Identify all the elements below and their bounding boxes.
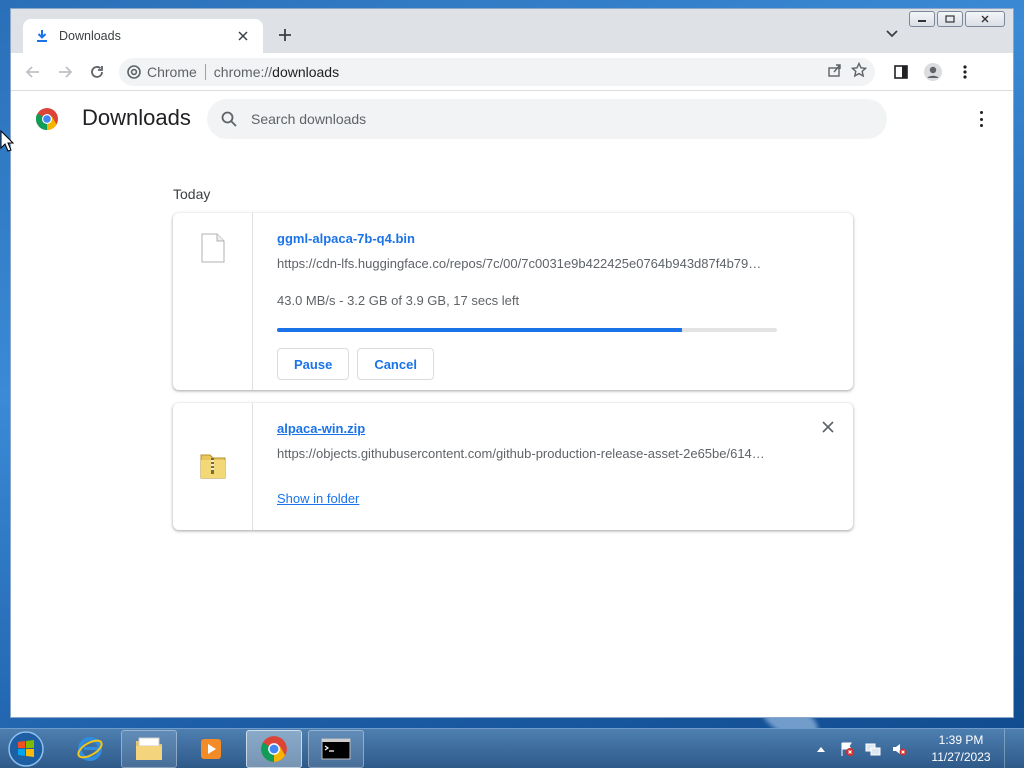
system-clock[interactable]: 1:39 PM 11/27/2023	[926, 732, 996, 766]
close-window-button[interactable]	[965, 11, 1005, 27]
window-caption-buttons	[909, 11, 1005, 27]
tab-downloads[interactable]: Downloads	[23, 19, 263, 53]
media-player-app[interactable]	[183, 730, 239, 768]
url-host: downloads	[272, 63, 340, 80]
progress-bar	[277, 328, 777, 332]
mouse-cursor-icon	[0, 130, 14, 152]
chrome-window: Downloads Chrome chrome://downloads Down…	[10, 8, 1014, 718]
command-prompt-app[interactable]	[308, 730, 364, 768]
tab-title: Downloads	[59, 29, 121, 43]
omnibox-separator	[204, 63, 206, 80]
site-info-chip[interactable]: Chrome	[127, 64, 197, 80]
cancel-button[interactable]: Cancel	[357, 348, 434, 380]
side-panel-button[interactable]	[885, 58, 917, 86]
back-button[interactable]	[17, 58, 49, 86]
page-title: Downloads	[82, 105, 191, 130]
file-icon-column	[173, 213, 253, 390]
chrome-app[interactable]	[246, 730, 302, 768]
reload-button[interactable]	[81, 58, 113, 86]
source-url[interactable]: https://cdn-lfs.huggingface.co/repos/7c/…	[277, 256, 773, 271]
browser-toolbar: Chrome chrome://downloads	[11, 53, 1013, 91]
share-icon[interactable]	[827, 62, 843, 81]
media-player-icon	[201, 739, 221, 759]
search-input[interactable]	[251, 111, 811, 127]
minimize-button[interactable]	[909, 11, 935, 27]
bookmark-star-icon[interactable]	[850, 61, 868, 81]
file-icon	[201, 233, 224, 263]
download-item: ggml-alpaca-7b-q4.bin https://cdn-lfs.hu…	[173, 213, 853, 390]
terminal-icon	[321, 738, 351, 760]
folder-icon	[136, 737, 162, 760]
download-status: 43.0 MB/s - 3.2 GB of 3.9 GB, 17 secs le…	[277, 293, 520, 308]
date-section-label: Today	[173, 186, 211, 202]
maximize-button[interactable]	[937, 11, 963, 27]
close-icon[interactable]	[235, 28, 251, 44]
more-actions-button[interactable]	[973, 111, 989, 127]
downloads-page: Downloads Today ggml-alpaca-7b-q4.bin ht…	[11, 91, 1013, 717]
show-in-folder-link[interactable]: Show in folder	[277, 491, 359, 506]
chrome-icon	[261, 736, 287, 762]
file-name-link[interactable]: alpaca-win.zip	[277, 421, 829, 436]
pause-button[interactable]: Pause	[277, 348, 350, 380]
chrome-menu-button[interactable]	[949, 58, 981, 86]
internet-explorer-app[interactable]	[62, 730, 118, 768]
url-scheme: chrome://	[213, 63, 273, 80]
clock-time: 1:39 PM	[938, 733, 984, 747]
chrome-logo-icon	[36, 108, 58, 130]
new-tab-button[interactable]	[275, 25, 295, 45]
search-icon	[221, 111, 237, 127]
volume-muted-icon[interactable]	[891, 741, 907, 757]
taskbar: 1:39 PM 11/27/2023	[0, 728, 1024, 768]
internet-explorer-icon	[77, 737, 103, 761]
zip-folder-icon	[200, 454, 225, 479]
omnibox-chip-label: Chrome	[147, 63, 197, 80]
url-text[interactable]: chrome://downloads	[214, 64, 827, 80]
chrome-icon	[127, 64, 141, 79]
network-icon[interactable]	[865, 741, 881, 757]
search-bar[interactable]	[207, 99, 887, 139]
show-desktop-button[interactable]	[1004, 729, 1016, 768]
system-tray: 1:39 PM 11/27/2023	[808, 729, 1024, 768]
download-item: alpaca-win.zip https://objects.githubuse…	[173, 403, 853, 530]
page-header: Downloads	[11, 91, 1013, 147]
file-explorer-app[interactable]	[121, 730, 177, 768]
progress-fill	[277, 328, 682, 332]
file-name-link[interactable]: ggml-alpaca-7b-q4.bin	[277, 231, 829, 246]
chevron-down-icon[interactable]	[885, 27, 901, 43]
action-center-icon[interactable]	[839, 741, 855, 757]
show-hidden-icons-icon[interactable]	[813, 741, 829, 757]
file-icon-column	[173, 403, 253, 530]
profile-avatar[interactable]	[917, 58, 949, 86]
remove-from-list-icon[interactable]	[821, 421, 835, 435]
address-bar[interactable]: Chrome chrome://downloads	[119, 57, 875, 86]
start-button[interactable]	[6, 730, 46, 768]
download-icon	[35, 28, 51, 44]
tab-strip: Downloads	[11, 9, 1013, 53]
source-url[interactable]: https://objects.githubusercontent.com/gi…	[277, 446, 773, 461]
forward-button[interactable]	[49, 58, 81, 86]
clock-date: 11/27/2023	[931, 750, 991, 764]
